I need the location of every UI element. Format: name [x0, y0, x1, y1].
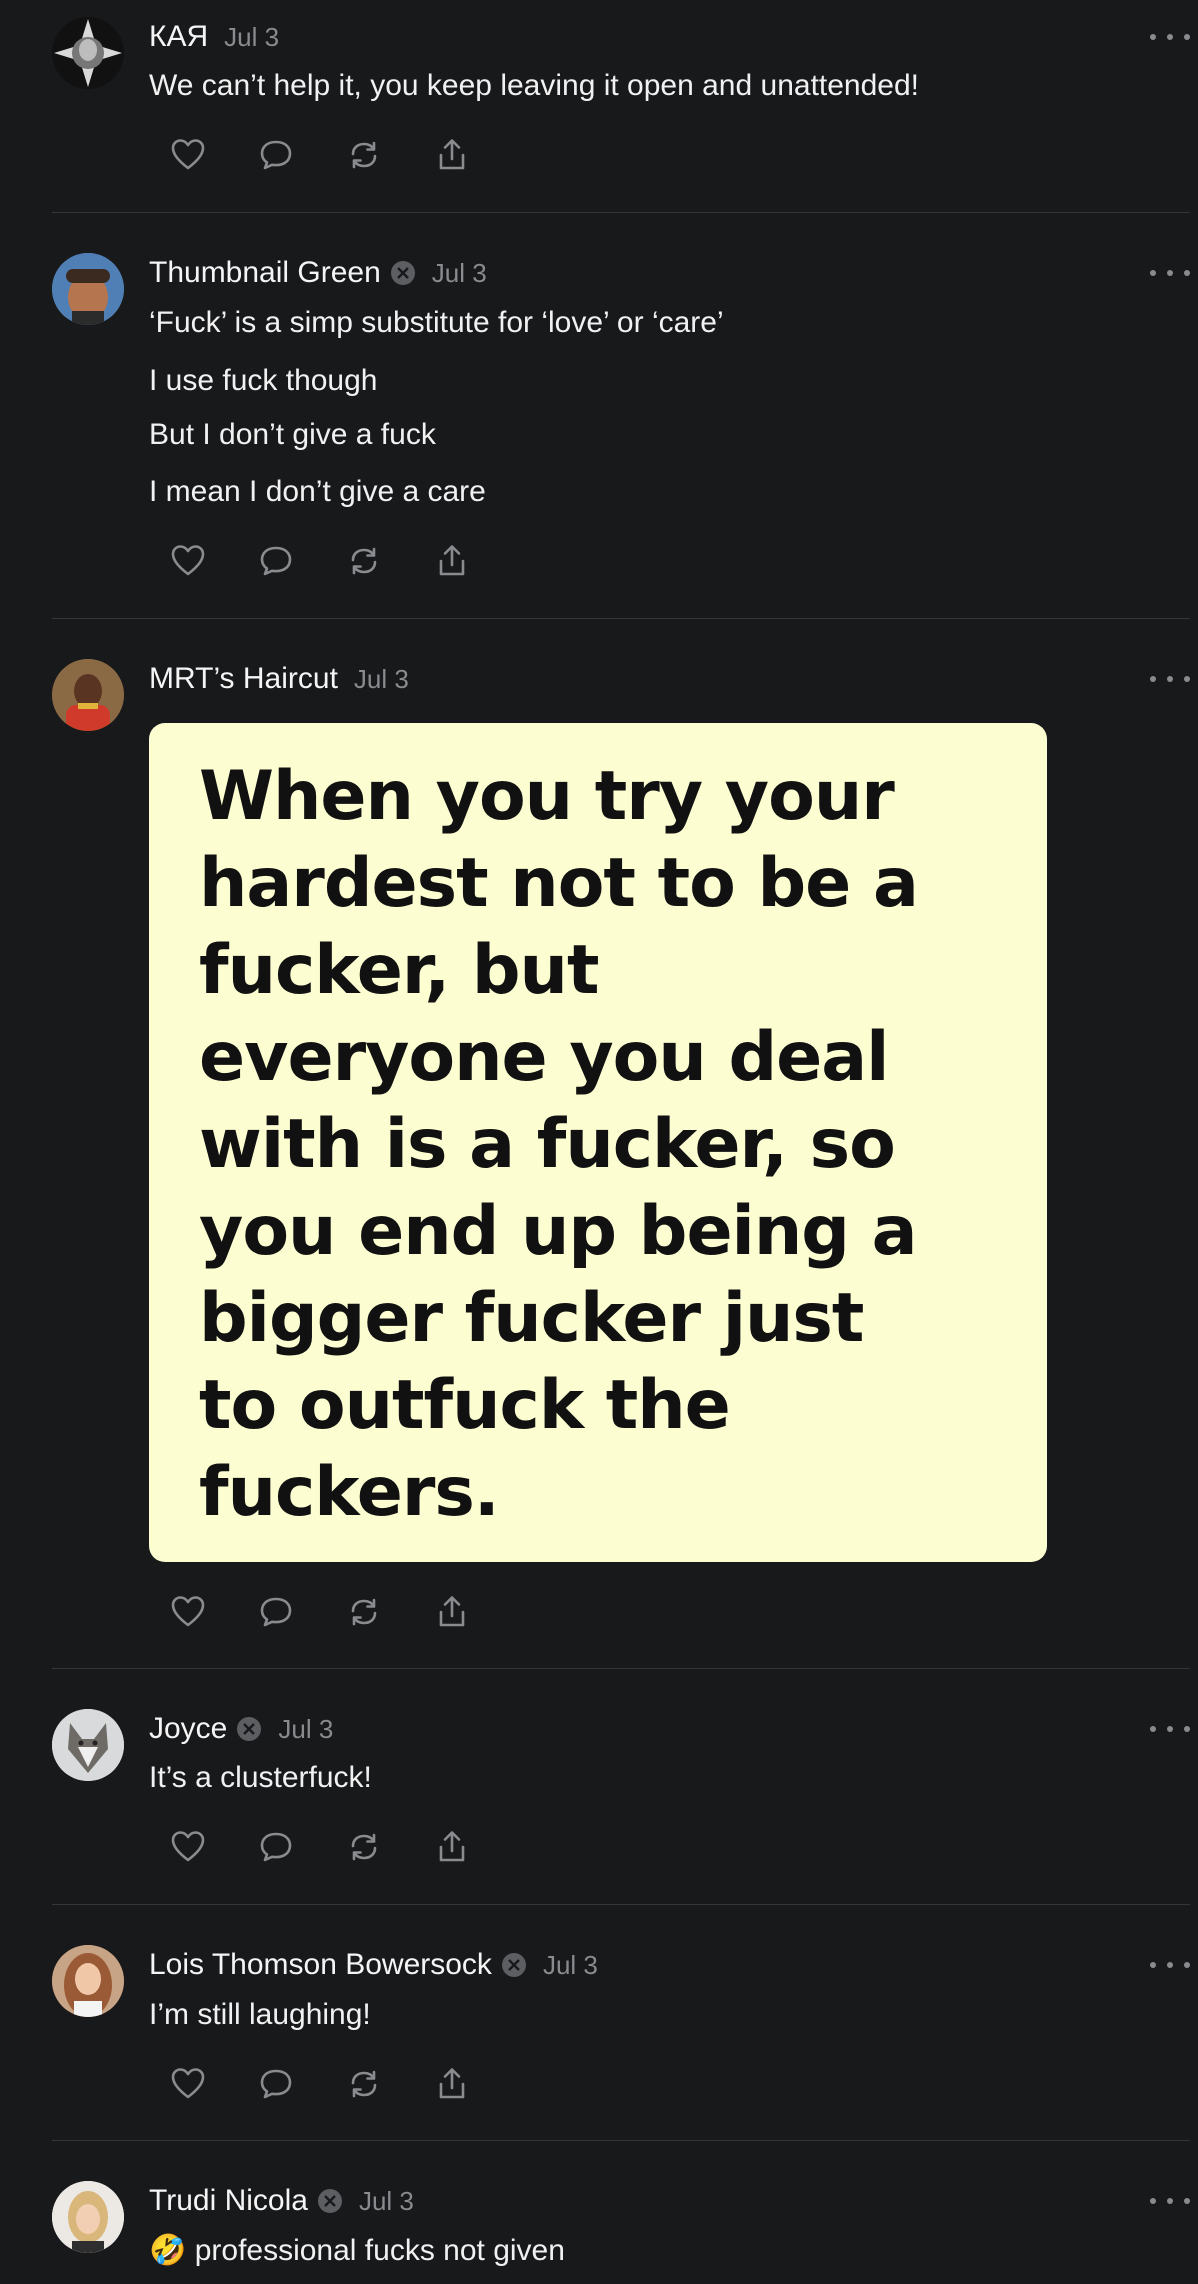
more-dots-icon[interactable] — [1150, 1955, 1190, 1975]
comment-bubble-icon[interactable] — [256, 1827, 296, 1867]
avatar[interactable] — [52, 659, 124, 731]
share-upload-icon[interactable] — [432, 135, 472, 175]
post-header: Lois Thomson Bowersock Jul 3 — [149, 1945, 598, 1985]
action-bar — [168, 2064, 520, 2104]
reply-feed: КАЯ Jul 3 We can’t help it, you keep lea… — [0, 0, 1198, 2284]
more-dots-icon[interactable] — [1150, 2191, 1190, 2211]
more-dots-icon[interactable] — [1150, 1719, 1190, 1739]
meme-line: everyone you deal — [199, 1018, 889, 1097]
post-text: It’s a clusterfuck! — [149, 1761, 372, 1794]
divider — [52, 2140, 1190, 2141]
rofl-emoji: 🤣 — [149, 2233, 187, 2268]
avatar[interactable] — [52, 253, 124, 325]
author-name[interactable]: Lois Thomson Bowersock — [149, 1948, 492, 1982]
author-name[interactable]: MRT’s Haircut — [149, 662, 338, 696]
heart-icon[interactable] — [168, 135, 208, 175]
more-dots-icon[interactable] — [1150, 263, 1190, 283]
share-upload-icon[interactable] — [432, 541, 472, 581]
avatar[interactable] — [52, 1709, 124, 1781]
action-bar — [168, 1592, 520, 1632]
verified-badge-icon — [390, 261, 415, 285]
meme-line: hardest not to be a — [199, 844, 919, 923]
divider — [52, 1668, 1190, 1669]
share-upload-icon[interactable] — [432, 2064, 472, 2104]
avatar[interactable] — [52, 1945, 124, 2017]
meme-line: fuckers. — [199, 1453, 500, 1532]
divider — [52, 212, 1190, 213]
more-dots-icon[interactable] — [1150, 27, 1190, 47]
post-text: I mean I don’t give a care — [149, 475, 486, 508]
post-header: Trudi Nicola Jul 3 — [149, 2181, 414, 2221]
meme-line: with is a fucker, so — [199, 1105, 896, 1184]
heart-icon[interactable] — [168, 1827, 208, 1867]
meme-line: you end up being a — [199, 1192, 918, 1271]
repost-arrows-icon[interactable] — [344, 1592, 384, 1632]
author-name[interactable]: Joyce — [149, 1712, 227, 1746]
comment-bubble-icon[interactable] — [256, 135, 296, 175]
author-name[interactable]: КАЯ — [149, 20, 208, 54]
post-date[interactable]: Jul 3 — [354, 664, 409, 695]
avatar[interactable] — [52, 2181, 124, 2253]
post-date[interactable]: Jul 3 — [543, 1950, 598, 1981]
comment-bubble-icon[interactable] — [256, 541, 296, 581]
post-date[interactable]: Jul 3 — [359, 2186, 414, 2217]
post-text-body: professional fucks not given — [194, 2234, 565, 2267]
verified-badge-icon — [237, 1717, 262, 1741]
author-name[interactable]: Thumbnail Green — [149, 256, 381, 290]
meme-line: bigger fucker just — [199, 1279, 864, 1358]
meme-line: to outfuck the — [199, 1366, 731, 1445]
share-upload-icon[interactable] — [432, 1827, 472, 1867]
author-name[interactable]: Trudi Nicola — [149, 2184, 308, 2218]
more-dots-icon[interactable] — [1150, 669, 1190, 689]
post-image[interactable]: When you try your hardest not to be a fu… — [149, 723, 1047, 1562]
verified-badge-icon — [317, 2189, 342, 2213]
post-header: КАЯ Jul 3 — [149, 17, 279, 57]
meme-line: fucker, but — [199, 931, 599, 1010]
verified-badge-icon — [501, 1953, 526, 1977]
post-text: ‘Fuck’ is a simp substitute for ‘love’ o… — [149, 306, 724, 339]
heart-icon[interactable] — [168, 1592, 208, 1632]
post-date[interactable]: Jul 3 — [432, 258, 487, 289]
meme-text: When you try your hardest not to be a fu… — [199, 753, 1019, 1536]
post-header: MRT’s Haircut Jul 3 — [149, 659, 409, 699]
heart-icon[interactable] — [168, 2064, 208, 2104]
post-text: I use fuck though — [149, 364, 378, 397]
share-upload-icon[interactable] — [432, 1592, 472, 1632]
divider — [52, 618, 1190, 619]
repost-arrows-icon[interactable] — [344, 1827, 384, 1867]
action-bar — [168, 1827, 520, 1867]
action-bar — [168, 135, 520, 175]
heart-icon[interactable] — [168, 541, 208, 581]
divider — [52, 1904, 1190, 1905]
post-header: Joyce Jul 3 — [149, 1709, 333, 1749]
avatar[interactable] — [52, 17, 124, 89]
post-text: I’m still laughing! — [149, 1998, 371, 2031]
meme-line: When you try your — [199, 757, 895, 836]
comment-bubble-icon[interactable] — [256, 1592, 296, 1632]
post-date[interactable]: Jul 3 — [224, 22, 279, 53]
action-bar — [168, 541, 520, 581]
post-date[interactable]: Jul 3 — [278, 1714, 333, 1745]
post-header: Thumbnail Green Jul 3 — [149, 253, 487, 293]
repost-arrows-icon[interactable] — [344, 135, 384, 175]
repost-arrows-icon[interactable] — [344, 541, 384, 581]
post-text: But I don’t give a fuck — [149, 418, 436, 451]
repost-arrows-icon[interactable] — [344, 2064, 384, 2104]
comment-bubble-icon[interactable] — [256, 2064, 296, 2104]
post-text: 🤣 professional fucks not given — [149, 2231, 565, 2271]
post-text: We can’t help it, you keep leaving it op… — [149, 69, 919, 102]
